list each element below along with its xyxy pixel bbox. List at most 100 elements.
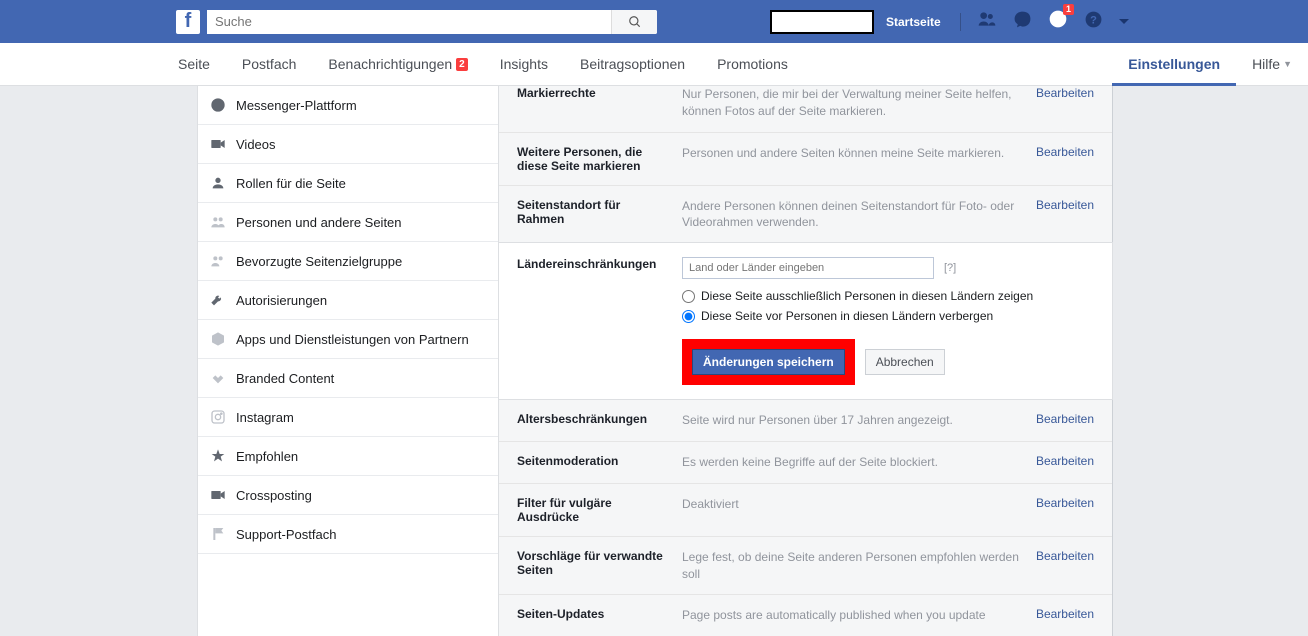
sidebar-item-label: Autorisierungen [236,293,327,308]
edit-link[interactable]: Bearbeiten [1036,607,1094,624]
sidebar-item-messenger[interactable]: Messenger-Plattform [198,86,498,125]
edit-link[interactable]: Bearbeiten [1036,145,1094,173]
sidebar-item-branded[interactable]: Branded Content [198,359,498,398]
person-icon [210,175,226,191]
settings-sidebar: Messenger-Plattform Videos Rollen für di… [197,86,499,636]
country-input[interactable] [682,257,934,279]
video-icon [210,136,226,152]
tab-benachrichtigungen[interactable]: Benachrichtigungen 2 [312,43,483,86]
page-nav: Seite Postfach Benachrichtigungen 2 Insi… [0,43,1308,86]
save-button[interactable]: Änderungen speichern [692,349,845,375]
search-wrapper [207,10,657,34]
cancel-button[interactable]: Abbrechen [865,349,945,375]
setting-row-updates: Seiten-Updates Page posts are automatica… [499,594,1112,636]
wrench-icon [210,292,226,308]
account-menu-caret-icon[interactable] [1119,19,1129,24]
sidebar-item-label: Empfohlen [236,449,298,464]
setting-value: Page posts are automatically published w… [682,607,1036,624]
settings-panel: Markierrechte Nur Personen, die mir bei … [499,86,1113,636]
radio-hide-from[interactable]: Diese Seite vor Personen in diesen Lände… [682,309,1094,323]
sidebar-item-label: Instagram [236,410,294,425]
box-icon [210,331,226,347]
tab-promotions[interactable]: Promotions [701,43,804,86]
sidebar-item-featured[interactable]: Empfohlen [198,437,498,476]
setting-label: Altersbeschränkungen [517,412,682,429]
edit-link[interactable]: Bearbeiten [1036,454,1094,471]
setting-value: Seite wird nur Personen über 17 Jahren a… [682,412,1036,429]
tab-insights[interactable]: Insights [484,43,564,86]
setting-row-moderation: Seitenmoderation Es werden keine Begriff… [499,441,1112,483]
setting-label: Ländereinschränkungen [517,257,682,399]
tab-badge: 2 [456,58,468,71]
setting-value: Personen und andere Seiten können meine … [682,145,1036,173]
tab-hilfe[interactable]: Hilfe ▼ [1236,43,1308,86]
setting-value: Es werden keine Begriffe auf der Seite b… [682,454,1036,471]
tab-beitragsoptionen[interactable]: Beitragsoptionen [564,43,701,86]
radio-show-only[interactable]: Diese Seite ausschließlich Personen in d… [682,289,1094,303]
edit-link[interactable]: Bearbeiten [1036,86,1094,120]
tab-einstellungen[interactable]: Einstellungen [1112,43,1236,86]
instagram-icon [210,409,226,425]
facebook-logo[interactable]: f [176,10,200,34]
help-link[interactable]: [?] [944,262,956,274]
setting-label: Weitere Personen, die diese Seite markie… [517,145,682,173]
radio-label: Diese Seite ausschließlich Personen in d… [701,289,1033,303]
country-input-row: [?] [682,257,1094,279]
sidebar-item-label: Messenger-Plattform [236,98,357,113]
sidebar-item-people[interactable]: Personen und andere Seiten [198,203,498,242]
tab-label: Benachrichtigungen [328,56,452,72]
notifications-icon[interactable]: 1 [1048,9,1068,34]
setting-row-similar: Vorschläge für verwandte Seiten Lege fes… [499,536,1112,595]
tab-seite[interactable]: Seite [162,43,226,86]
sidebar-item-support[interactable]: Support-Postfach [198,515,498,554]
svg-text:?: ? [1090,14,1097,26]
setting-value: Lege fest, ob deine Seite anderen Person… [682,549,1036,583]
edit-link[interactable]: Bearbeiten [1036,412,1094,429]
help-icon[interactable]: ? [1084,10,1103,34]
sidebar-item-authorizations[interactable]: Autorisierungen [198,281,498,320]
tab-postfach[interactable]: Postfach [226,43,312,86]
radio-label: Diese Seite vor Personen in diesen Lände… [701,309,993,323]
setting-value: Deaktiviert [682,496,1036,524]
setting-label: Vorschläge für verwandte Seiten [517,549,682,583]
star-icon [210,448,226,464]
edit-link[interactable]: Bearbeiten [1036,549,1094,583]
people-icon [210,253,226,269]
setting-row-profanity: Filter für vulgäre Ausdrücke Deaktiviert… [499,483,1112,536]
sidebar-item-audience[interactable]: Bevorzugte Seitenzielgruppe [198,242,498,281]
sidebar-item-label: Branded Content [236,371,334,386]
setting-row-others-tag: Weitere Personen, die diese Seite markie… [499,132,1112,185]
message-icon [210,97,226,113]
sidebar-item-label: Personen und andere Seiten [236,215,402,230]
setting-row-frames: Seitenstandort für Rahmen Andere Persone… [499,185,1112,244]
profile-box[interactable] [770,10,874,34]
radio-input[interactable] [682,290,695,303]
sidebar-item-roles[interactable]: Rollen für die Seite [198,164,498,203]
search-input[interactable] [207,10,611,34]
flag-icon [210,526,226,542]
radio-input[interactable] [682,310,695,323]
tab-label: Hilfe [1252,56,1280,72]
button-row: Änderungen speichern Abbrechen [682,339,1094,399]
home-link[interactable]: Startseite [886,15,941,29]
search-icon [628,15,642,29]
sidebar-item-crossposting[interactable]: Crossposting [198,476,498,515]
content: Messenger-Plattform Videos Rollen für di… [0,86,1308,636]
setting-label: Seitenmoderation [517,454,682,471]
handshake-icon [210,370,226,386]
search-button[interactable] [611,10,657,34]
video-icon [210,487,226,503]
setting-value: Nur Personen, die mir bei der Verwaltung… [682,86,1036,120]
messenger-icon[interactable] [1013,10,1032,34]
setting-row-country-restrictions: Ländereinschränkungen [?] Diese Seite au… [498,242,1113,400]
edit-link[interactable]: Bearbeiten [1036,198,1094,232]
sidebar-item-apps[interactable]: Apps und Dienstleistungen von Partnern [198,320,498,359]
sidebar-item-videos[interactable]: Videos [198,125,498,164]
top-bar: f Startseite 1 ? [0,0,1308,43]
edit-link[interactable]: Bearbeiten [1036,496,1094,524]
sidebar-item-instagram[interactable]: Instagram [198,398,498,437]
setting-row-tagging: Markierrechte Nur Personen, die mir bei … [499,86,1112,132]
top-icons-group: 1 ? [960,9,1129,34]
sidebar-item-label: Apps und Dienstleistungen von Partnern [236,332,469,347]
friends-icon[interactable] [977,9,997,34]
